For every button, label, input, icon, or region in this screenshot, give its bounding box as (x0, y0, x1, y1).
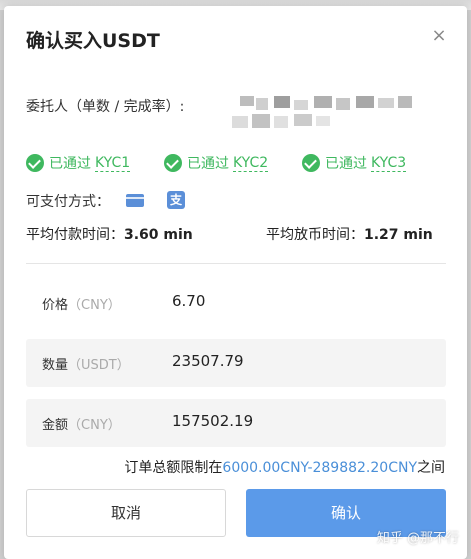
amount-value[interactable]: 157502.19 (172, 412, 253, 430)
price-label: 价格（CNY） (42, 298, 121, 313)
avg-payment-time-value: 3.60 min (124, 227, 193, 243)
order-limit-note: 订单总额限制在6000.00CNY-289882.20CNY之间 (124, 460, 445, 476)
kyc-badge-2: 已通过 KYC2 (164, 152, 269, 174)
kyc-badge-1: 已通过 KYC1 (26, 152, 131, 174)
amount-field[interactable]: 金额（CNY） 157502.19 (26, 399, 446, 447)
kyc-status-label: 已通过 (325, 156, 367, 172)
confirm-buy-dialog: 确认买入USDT × 委托人（单数 / 完成率）: 已通过 KYC1 已通过 K… (4, 6, 467, 559)
avg-payment-time: 平均付款时间：3.60 min (26, 224, 193, 244)
quantity-field[interactable]: 数量（USDT） 23507.79 (26, 339, 446, 387)
check-circle-icon (302, 154, 320, 172)
kyc-badge-3: 已通过 KYC3 (302, 152, 407, 174)
price-value: 6.70 (172, 292, 206, 310)
avg-release-time-label: 平均放币时间： (266, 227, 364, 243)
check-circle-icon (164, 154, 182, 172)
cancel-button[interactable]: 取消 (26, 489, 226, 537)
kyc-status-label: 已通过 (49, 156, 91, 172)
kyc-level-link[interactable]: KYC1 (95, 155, 131, 172)
alipay-icon: 支 (167, 191, 185, 209)
kyc-level-link[interactable]: KYC2 (233, 155, 269, 172)
dialog-title: 确认买入USDT (26, 30, 160, 52)
avg-release-time: 平均放币时间：1.27 min (266, 224, 433, 244)
kyc-status-label: 已通过 (187, 156, 229, 172)
kyc-badges: 已通过 KYC1 已通过 KYC2 已通过 KYC3 (26, 152, 446, 174)
bank-card-icon (126, 194, 144, 207)
close-icon[interactable]: × (429, 26, 449, 46)
payment-methods-label: 可支付方式： (26, 194, 110, 210)
avg-release-time-value: 1.27 min (364, 227, 433, 243)
section-divider (26, 263, 446, 264)
kyc-level-link[interactable]: KYC3 (371, 155, 407, 172)
check-circle-icon (26, 154, 44, 172)
price-field: 价格（CNY） 6.70 (26, 279, 446, 327)
quantity-label: 数量（USDT） (42, 358, 130, 373)
masked-trader-name (232, 96, 418, 132)
trader-label: 委托人（单数 / 完成率）: (26, 99, 185, 115)
amount-label: 金额（CNY） (42, 418, 121, 433)
order-limit-range: 6000.00CNY-289882.20CNY (222, 460, 417, 476)
quantity-value[interactable]: 23507.79 (172, 352, 244, 370)
avg-payment-time-label: 平均付款时间： (26, 227, 124, 243)
watermark: 知乎 @那不行 (376, 531, 459, 546)
